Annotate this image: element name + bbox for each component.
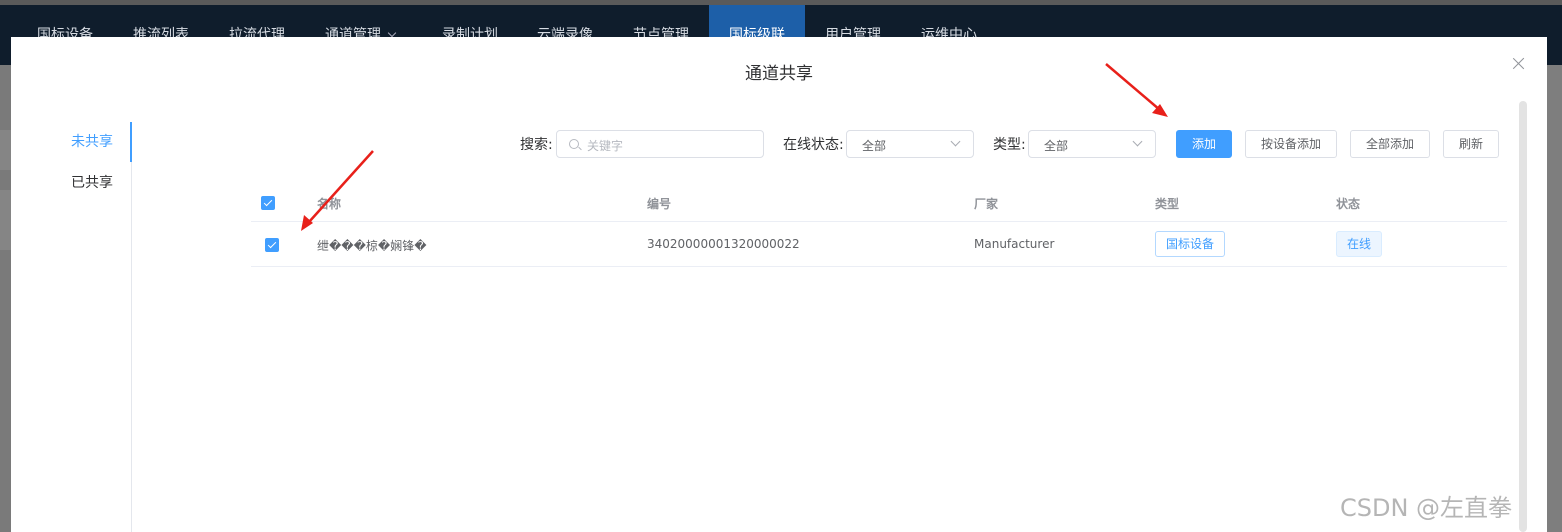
search-placeholder: 关键字 bbox=[587, 139, 624, 153]
tabs-divider bbox=[131, 122, 132, 532]
status-badge: 在线 bbox=[1336, 231, 1383, 257]
dialog-title: 通道共享 bbox=[745, 64, 813, 84]
online-status-value: 全部 bbox=[862, 139, 887, 153]
dialog-scrollbar[interactable] bbox=[1519, 101, 1527, 532]
channel-manufacturer: Manufacturer bbox=[974, 237, 1055, 251]
column-header-code: 编号 bbox=[647, 197, 672, 211]
online-status-label: 在线状态: bbox=[783, 137, 844, 153]
search-input[interactable]: 关键字 bbox=[556, 130, 764, 158]
table-header: 名称 编号 厂家 类型 状态 bbox=[251, 184, 1507, 222]
type-label: 类型: bbox=[993, 137, 1026, 153]
select-all-checkbox[interactable] bbox=[261, 196, 275, 210]
type-tag: 国标设备 bbox=[1155, 231, 1226, 257]
tab-shared[interactable]: 已共享 bbox=[49, 163, 133, 203]
table-row[interactable]: 绁���椋�娴锋� 34020000001320000022 Manufactu… bbox=[251, 222, 1507, 267]
chevron-down-icon bbox=[950, 136, 961, 147]
active-tab-indicator bbox=[130, 122, 132, 162]
close-icon[interactable] bbox=[1510, 55, 1528, 73]
channel-share-dialog: 通道共享 未共享 已共享 搜索: 关键字 在线状态: 全部 类型: 全部 添加 … bbox=[11, 37, 1547, 532]
add-button[interactable]: 添加 bbox=[1176, 130, 1232, 158]
type-value: 全部 bbox=[1044, 139, 1069, 153]
chevron-down-icon bbox=[387, 28, 397, 38]
row-checkbox[interactable] bbox=[265, 238, 279, 252]
add-by-device-button[interactable]: 按设备添加 bbox=[1245, 130, 1337, 158]
watermark: CSDN @左直拳 bbox=[1340, 494, 1513, 522]
background-right-edge bbox=[1547, 65, 1562, 532]
type-select[interactable]: 全部 bbox=[1028, 130, 1156, 158]
channel-name: 绁���椋�娴锋� bbox=[317, 239, 427, 253]
column-header-status: 状态 bbox=[1336, 197, 1361, 211]
chevron-down-icon bbox=[1132, 136, 1143, 147]
column-header-name: 名称 bbox=[317, 197, 342, 211]
background-row bbox=[0, 190, 11, 250]
tab-unshared[interactable]: 未共享 bbox=[49, 122, 133, 162]
column-header-type: 类型 bbox=[1155, 197, 1180, 211]
online-status-select[interactable]: 全部 bbox=[846, 130, 974, 158]
add-all-button[interactable]: 全部添加 bbox=[1350, 130, 1430, 158]
background-row bbox=[0, 130, 11, 170]
channel-code: 34020000001320000022 bbox=[647, 237, 800, 251]
search-icon bbox=[569, 139, 579, 149]
refresh-button[interactable]: 刷新 bbox=[1443, 130, 1499, 158]
search-label: 搜索: bbox=[520, 137, 553, 153]
column-header-manufacturer: 厂家 bbox=[974, 197, 999, 211]
